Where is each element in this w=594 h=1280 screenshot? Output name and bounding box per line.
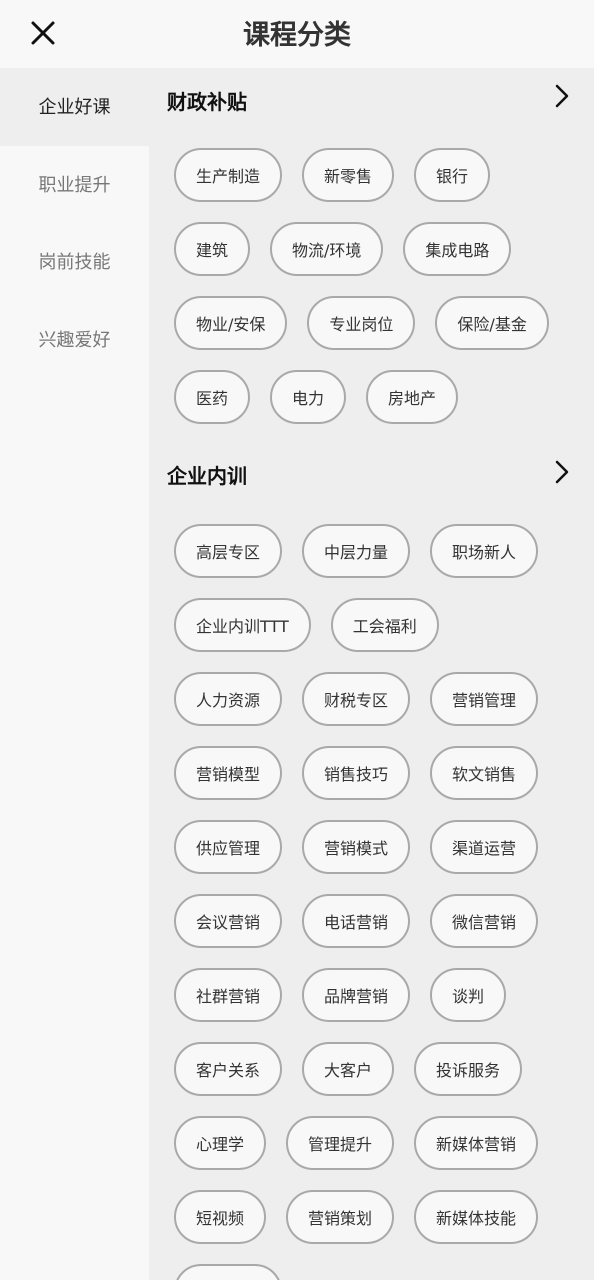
- close-button[interactable]: [26, 16, 60, 50]
- section-header[interactable]: 财政补贴: [167, 68, 594, 132]
- category-tag[interactable]: 销售技巧: [302, 746, 411, 800]
- category-tag[interactable]: 生产制造: [174, 148, 283, 202]
- category-tag[interactable]: 管理提升: [286, 1116, 395, 1170]
- category-tag[interactable]: 渠道运营: [430, 820, 539, 874]
- category-tag[interactable]: 人力资源: [174, 672, 283, 726]
- category-section-0: 财政补贴生产制造 新零售 银行建筑 物流/环境 集成电路物业/安保 专业岗位 保险/基金医药…: [167, 68, 594, 444]
- chevron-right-icon[interactable]: [550, 460, 574, 484]
- category-tag[interactable]: 新媒体技能: [414, 1190, 539, 1244]
- category-tag[interactable]: 工会福利: [330, 598, 439, 652]
- category-tag[interactable]: 财税专区: [302, 672, 411, 726]
- category-tag[interactable]: 专业岗位: [307, 296, 416, 350]
- category-tag[interactable]: 心理学: [174, 1116, 267, 1170]
- category-tag[interactable]: 物流/环境: [270, 222, 384, 276]
- category-tag[interactable]: 营销模型: [174, 746, 283, 800]
- category-tag[interactable]: 会议营销: [174, 894, 283, 948]
- tag-list: 高层专区 中层力量 职场新人企业内训TTT 工会福利 人力资源 财税专区 营销管理营销模型销…: [167, 508, 577, 1280]
- page-title: 课程分类: [243, 20, 351, 51]
- section-header[interactable]: 企业内训: [167, 444, 594, 508]
- category-tag[interactable]: 供应管理: [174, 820, 283, 874]
- category-tag[interactable]: 新媒体营销: [414, 1116, 539, 1170]
- category-tag[interactable]: 高层专区: [174, 524, 283, 578]
- category-tag[interactable]: 市场营销: [174, 1264, 283, 1280]
- close-icon: [31, 21, 55, 45]
- category-tag[interactable]: 银行: [414, 148, 491, 202]
- sidebar-item-3[interactable]: 兴趣爱好: [0, 301, 149, 379]
- category-tag[interactable]: 物业/安保: [174, 296, 288, 350]
- category-tag[interactable]: 谈判: [430, 968, 507, 1022]
- tag-list: 生产制造 新零售 银行建筑 物流/环境 集成电路物业/安保 专业岗位 保险/基金医药 电力 房地…: [167, 132, 577, 444]
- category-tag[interactable]: 保险/基金: [435, 296, 549, 350]
- category-tag[interactable]: 集成电路: [403, 222, 512, 276]
- category-tag[interactable]: 电力: [270, 370, 347, 424]
- category-tag[interactable]: 医药: [174, 370, 251, 424]
- category-tag[interactable]: 短视频: [174, 1190, 267, 1244]
- header: 课程分类: [0, 0, 594, 68]
- category-tag[interactable]: 大客户: [302, 1042, 395, 1096]
- category-tag[interactable]: 营销策划: [286, 1190, 395, 1244]
- category-tag[interactable]: 软文销售: [430, 746, 539, 800]
- category-tag[interactable]: 营销模式: [302, 820, 411, 874]
- category-tag[interactable]: 营销管理: [430, 672, 539, 726]
- sidebar-item-2[interactable]: 岗前技能: [0, 223, 149, 301]
- category-content[interactable]: 财政补贴生产制造 新零售 银行建筑 物流/环境 集成电路物业/安保 专业岗位 保险/基金医药…: [149, 68, 594, 1280]
- section-title: 财政补贴: [167, 90, 247, 114]
- category-section-1: 企业内训高层专区 中层力量 职场新人企业内训TTT 工会福利 人力资源 财税专区 营销管理营…: [167, 444, 594, 1280]
- sidebar: 企业好课 职业提升 岗前技能 兴趣爱好: [0, 68, 149, 1280]
- section-title: 企业内训: [167, 464, 247, 488]
- category-tag[interactable]: 客户关系: [174, 1042, 283, 1096]
- category-tag[interactable]: 品牌营销: [302, 968, 411, 1022]
- category-tag[interactable]: 房地产: [366, 370, 459, 424]
- category-tag[interactable]: 电话营销: [302, 894, 411, 948]
- sidebar-item-1[interactable]: 职业提升: [0, 146, 149, 224]
- category-tag[interactable]: 投诉服务: [414, 1042, 523, 1096]
- category-tag[interactable]: 建筑: [174, 222, 251, 276]
- category-tag[interactable]: 中层力量: [302, 524, 411, 578]
- sidebar-item-0[interactable]: 企业好课: [0, 68, 149, 146]
- category-tag[interactable]: 社群营销: [174, 968, 283, 1022]
- category-tag[interactable]: 企业内训TTT: [174, 598, 311, 652]
- chevron-right-icon[interactable]: [550, 84, 574, 108]
- category-tag[interactable]: 微信营销: [430, 894, 539, 948]
- category-tag[interactable]: 职场新人: [430, 524, 539, 578]
- category-tag[interactable]: 新零售: [302, 148, 395, 202]
